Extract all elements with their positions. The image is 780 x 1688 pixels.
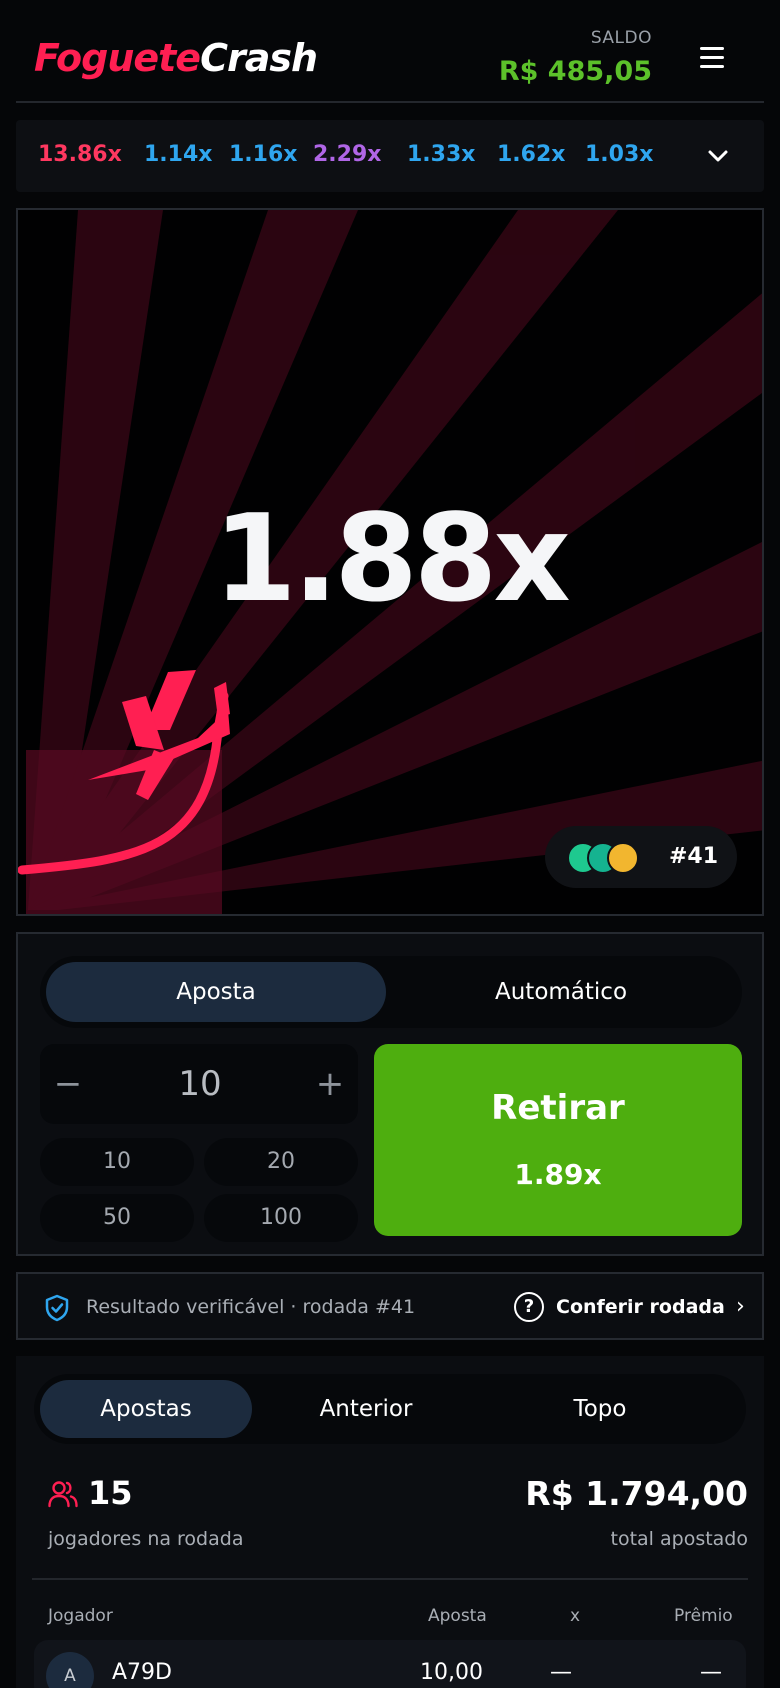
logo-text-crash: Crash — [200, 36, 318, 80]
round-chip: #41 — [545, 826, 737, 888]
current-multiplier: 1.88x — [213, 490, 570, 629]
question-circle-icon: ? — [514, 1292, 544, 1322]
chevron-right-icon: › — [736, 1294, 745, 1319]
history-item[interactable]: 13.86x — [38, 142, 122, 167]
chevron-down-icon[interactable] — [706, 144, 730, 168]
multiplier-history: 13.86x 1.14x 1.16x 2.29x 1.33x 1.62x 1.0… — [16, 120, 764, 192]
tab-apostas[interactable]: Apostas — [40, 1380, 252, 1438]
avatar: A — [46, 1652, 94, 1688]
players-count: 15 — [88, 1474, 133, 1512]
column-header-player: Jogador — [48, 1606, 113, 1626]
increase-button[interactable]: + — [310, 1062, 350, 1106]
bet-amount-stepper: − 10 + — [40, 1044, 358, 1124]
cashout-button[interactable]: Retirar 1.89x — [374, 1044, 742, 1236]
total-bet-label: total apostado — [610, 1528, 749, 1550]
cashout-multiplier: 1.89x — [514, 1158, 602, 1191]
shield-check-icon — [45, 1294, 69, 1322]
column-header-bet: Aposta — [428, 1606, 487, 1626]
logo-text-foguete: Foguete — [34, 36, 201, 80]
history-item[interactable]: 1.33x — [407, 142, 475, 167]
hamburger-menu-icon[interactable] — [698, 44, 726, 72]
tab-topo[interactable]: Topo — [494, 1380, 706, 1438]
column-header-multiplier: x — [570, 1606, 581, 1626]
verify-text: Resultado verificável · rodada #41 — [86, 1296, 416, 1318]
trail-fill — [26, 750, 222, 914]
header-divider — [16, 101, 764, 103]
quick-amount-button[interactable]: 100 — [204, 1194, 358, 1242]
app-logo[interactable]: FogueteCrash — [34, 36, 318, 80]
history-item[interactable]: 1.14x — [144, 142, 212, 167]
round-number: #41 — [669, 844, 719, 869]
list-divider — [32, 1578, 748, 1580]
quick-amount-button[interactable]: 10 — [40, 1138, 194, 1186]
bet-prize: — — [700, 1660, 722, 1685]
balance-label: SALDO — [590, 28, 652, 48]
bets-list-panel: Apostas Anterior Topo 15 jogadores na ro… — [16, 1356, 764, 1688]
decrease-button[interactable]: − — [48, 1062, 88, 1106]
balance-value: R$ 485,05 — [498, 56, 652, 87]
tab-aposta[interactable]: Aposta — [46, 962, 386, 1022]
history-item[interactable]: 1.62x — [497, 142, 565, 167]
tab-automatico[interactable]: Automático — [386, 962, 736, 1022]
users-icon — [48, 1481, 78, 1508]
bet-mode-tabs: Aposta Automático — [40, 956, 742, 1028]
quick-amount-button[interactable]: 50 — [40, 1194, 194, 1242]
history-item[interactable]: 1.16x — [229, 142, 297, 167]
app-header: FogueteCrash SALDO R$ 485,05 — [0, 0, 780, 102]
bet-panel: Aposta Automático − 10 + 10 20 50 100 Re… — [16, 932, 764, 1256]
history-item[interactable]: 1.03x — [585, 142, 653, 167]
check-round-label: Conferir rodada — [556, 1296, 725, 1318]
player-avatar-dot — [607, 842, 639, 874]
players-count-label: jogadores na rodada — [48, 1528, 244, 1550]
player-name: A79D — [112, 1660, 172, 1685]
bet-amount-input[interactable]: 10 — [120, 1062, 280, 1106]
bets-list-tabs: Apostas Anterior Topo — [34, 1374, 746, 1444]
total-bet-amount: R$ 1.794,00 — [525, 1474, 748, 1513]
tab-anterior[interactable]: Anterior — [260, 1380, 472, 1438]
cashout-label: Retirar — [491, 1088, 625, 1128]
history-item[interactable]: 2.29x — [313, 142, 381, 167]
quick-amount-button[interactable]: 20 — [204, 1138, 358, 1186]
bet-amount: 10,00 — [420, 1660, 483, 1685]
bet-multiplier: — — [550, 1660, 572, 1685]
table-row: A A79D 10,00 — — — [34, 1640, 746, 1688]
verify-bar: Resultado verificável · rodada #41 ? Con… — [16, 1272, 764, 1340]
column-header-prize: Prêmio — [674, 1606, 733, 1626]
